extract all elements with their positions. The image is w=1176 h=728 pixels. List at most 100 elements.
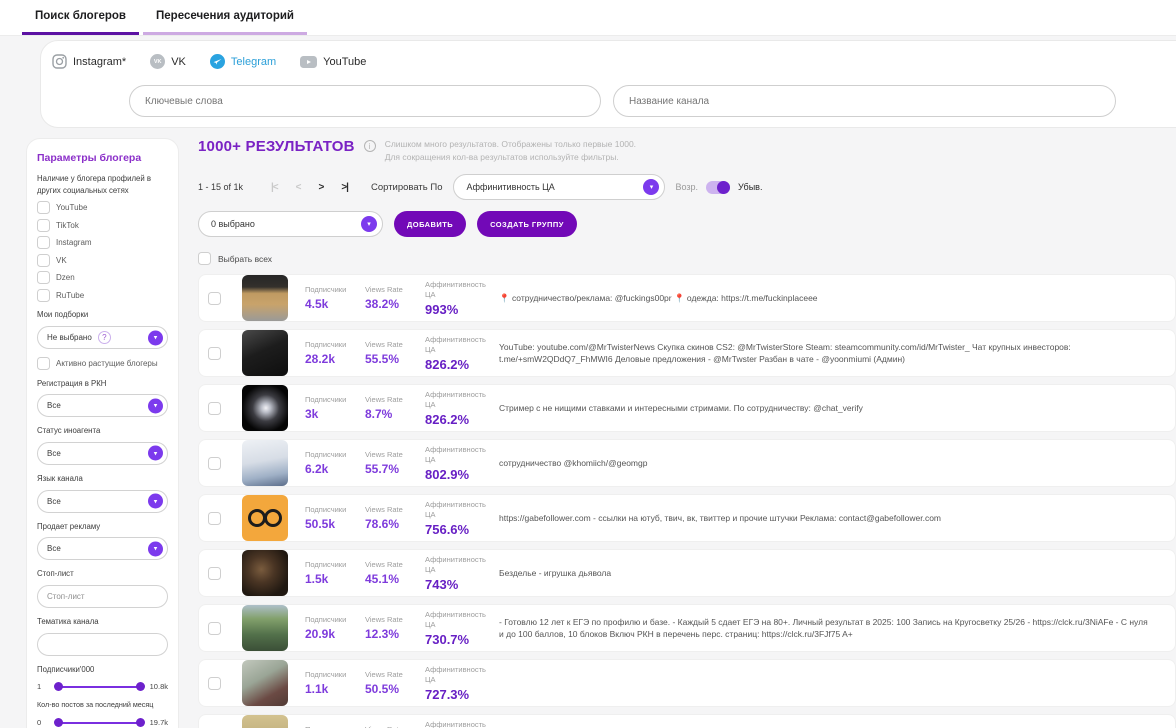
sort-direction-toggle[interactable] — [706, 181, 730, 194]
first-page-button[interactable]: |< — [262, 182, 287, 193]
result-row[interactable]: Подписчики1.5k Views Rate45.1% Аффинитив… — [198, 549, 1176, 597]
channel-language-select[interactable]: Все▾ — [37, 490, 168, 513]
checkbox[interactable] — [37, 254, 50, 267]
network-youtube[interactable]: YouTube — [300, 56, 366, 68]
checkbox[interactable] — [37, 271, 50, 284]
foreign-agent-label: Статус иноагента — [37, 425, 168, 437]
row-checkbox[interactable] — [208, 677, 221, 690]
vk-icon: VK — [150, 54, 165, 69]
affinity-value: 756.6% — [425, 522, 495, 537]
add-button[interactable]: ДОБАВИТЬ — [394, 211, 466, 237]
row-checkbox[interactable] — [208, 292, 221, 305]
channel-description: YouTube: youtube.com/@MrTwisterNews Скуп… — [495, 341, 1161, 367]
row-checkbox[interactable] — [208, 622, 221, 635]
checkbox[interactable] — [37, 357, 50, 370]
checkbox[interactable] — [37, 236, 50, 249]
affinity-label: Аффинитивность ЦА — [425, 610, 495, 630]
subscribers-slider-block: Подписчики'000 110.8k — [37, 664, 168, 692]
last-page-button[interactable]: >| — [332, 182, 357, 193]
select-all[interactable]: Выбрать всех — [198, 252, 1176, 265]
avatar[interactable]: extndsound — [242, 715, 288, 728]
checkbox-youtube[interactable]: YouTube — [37, 201, 168, 214]
selected-count-select[interactable]: 0 выбрано▾ — [198, 211, 383, 237]
network-vk[interactable]: VK VK — [150, 54, 186, 69]
network-instagram[interactable]: Instagram* — [52, 54, 126, 69]
prev-page-button[interactable]: < — [287, 182, 310, 193]
results-range: 1 - 15 of 1k — [198, 182, 262, 192]
checkbox-tiktok[interactable]: TikTok — [37, 219, 168, 232]
avatar[interactable] — [242, 440, 288, 486]
checkbox-rutube[interactable]: RuTube — [37, 289, 168, 302]
checkbox-instagram[interactable]: Instagram — [37, 236, 168, 249]
foreign-agent-select[interactable]: Все▾ — [37, 442, 168, 465]
tab-label: Поиск блогеров — [35, 10, 126, 22]
result-row[interactable]: Подписчики3k Views Rate8.7% Аффинитивнос… — [198, 384, 1176, 432]
slider-handle[interactable] — [54, 682, 63, 691]
help-icon[interactable]: ? — [98, 331, 111, 344]
channel-name-input[interactable] — [613, 85, 1116, 117]
slider-handle[interactable] — [54, 718, 63, 727]
avatar[interactable] — [242, 550, 288, 596]
rkn-select[interactable]: Все▾ — [37, 394, 168, 417]
select-all-checkbox[interactable] — [198, 252, 211, 265]
row-checkbox[interactable] — [208, 457, 221, 470]
next-page-button[interactable]: > — [309, 182, 332, 193]
row-checkbox[interactable] — [208, 402, 221, 415]
row-checkbox[interactable] — [208, 347, 221, 360]
subscribers-label: Подписчики — [305, 505, 365, 515]
views-rate-label: Views Rate — [365, 560, 425, 570]
subscribers-value: 20.9k — [305, 627, 365, 641]
affinity-label: Аффинитивность ЦА — [425, 280, 495, 300]
network-label: YouTube — [323, 56, 366, 68]
avatar[interactable] — [242, 385, 288, 431]
subscribers-range-slider[interactable] — [55, 686, 144, 688]
create-group-button[interactable]: СОЗДАТЬ ГРУППУ — [477, 211, 577, 237]
subscribers-label: Подписчики — [305, 340, 365, 350]
channel-theme-input[interactable] — [37, 633, 168, 656]
checkbox[interactable] — [37, 219, 50, 232]
subscribers-label: Подписчики — [305, 395, 365, 405]
subscribers-value: 1.5k — [305, 572, 365, 586]
descending-label: Убыв. — [738, 182, 762, 192]
channel-theme-label: Тематика канала — [37, 616, 168, 628]
checkbox-dzen[interactable]: Dzen — [37, 271, 168, 284]
avatar[interactable] — [242, 605, 288, 651]
slider-handle[interactable] — [136, 682, 145, 691]
subscribers-value: 4.5k — [305, 297, 365, 311]
result-row[interactable]: Подписчики20.9k Views Rate12.3% Аффинити… — [198, 604, 1176, 652]
slider-handle[interactable] — [136, 718, 145, 727]
affinity-label: Аффинитивность ЦА — [425, 445, 495, 465]
stoplist-input[interactable]: Стоп-лист — [37, 585, 168, 608]
checkbox-growing-bloggers[interactable]: Активно растущие блогеры — [37, 357, 168, 370]
subscribers-label: Подписчики — [305, 450, 365, 460]
checkbox[interactable] — [37, 201, 50, 214]
result-row[interactable]: Подписчики6.2k Views Rate55.7% Аффинитив… — [198, 439, 1176, 487]
keywords-input[interactable] — [129, 85, 601, 117]
sells-ads-select[interactable]: Все▾ — [37, 537, 168, 560]
avatar[interactable] — [242, 275, 288, 321]
tab-blogger-search[interactable]: Поиск блогеров — [22, 0, 139, 35]
row-checkbox[interactable] — [208, 512, 221, 525]
affinity-value: 993% — [425, 302, 495, 317]
pagination-row: 1 - 15 of 1k |< < > >| Сортировать По Аф… — [198, 174, 1176, 200]
checkbox-vk[interactable]: VK — [37, 254, 168, 267]
avatar[interactable] — [242, 330, 288, 376]
avatar[interactable] — [242, 660, 288, 706]
tab-audience-overlap[interactable]: Пересечения аудиторий — [143, 0, 307, 35]
avatar[interactable] — [242, 495, 288, 541]
sort-select[interactable]: Аффинитивность ЦА▾ — [453, 174, 665, 200]
result-row[interactable]: Подписчики4.5k Views Rate38.2% Аффинитив… — [198, 274, 1176, 322]
my-collections-select[interactable]: Не выбрано ? ▾ — [37, 326, 168, 349]
checkbox[interactable] — [37, 289, 50, 302]
result-row[interactable]: Подписчики28.2k Views Rate55.5% Аффинити… — [198, 329, 1176, 377]
row-checkbox[interactable] — [208, 567, 221, 580]
network-telegram[interactable]: Telegram — [210, 54, 276, 69]
posts-range-slider[interactable] — [55, 722, 144, 724]
result-row[interactable]: Подписчики1.1k Views Rate50.5% Аффинитив… — [198, 659, 1176, 707]
instagram-icon — [52, 54, 67, 69]
views-rate-label: Views Rate — [365, 670, 425, 680]
result-row[interactable]: extndsound Подписчики5.3k Views Rate23.6… — [198, 714, 1176, 728]
result-row[interactable]: Подписчики50.5k Views Rate78.6% Аффинити… — [198, 494, 1176, 542]
top-tab-bar: Поиск блогеров Пересечения аудиторий — [0, 0, 1176, 36]
affinity-value: 826.2% — [425, 412, 495, 427]
